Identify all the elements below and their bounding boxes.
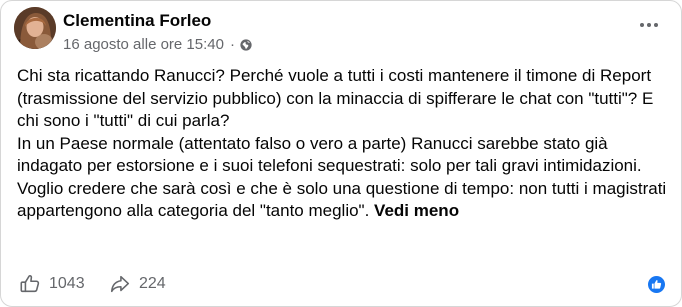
post-paragraph: Chi sta ricattando Ranucci? Perché vuole… xyxy=(17,66,654,130)
post-header: Clementina Forleo 16 agosto alle ore 15:… xyxy=(14,7,669,55)
facebook-post: Clementina Forleo 16 agosto alle ore 15:… xyxy=(0,0,682,307)
more-dot xyxy=(654,23,658,27)
see-less-link[interactable]: Vedi meno xyxy=(374,201,459,220)
post-paragraph-text: Voglio credere che sarà così e che è sol… xyxy=(17,178,667,221)
post-body: Chi sta ricattando Ranucci? Perché vuole… xyxy=(17,65,677,223)
post-paragraph: Voglio credere che sarà così e che è sol… xyxy=(17,178,677,223)
post-paragraph: In un Paese normale (attentato falso o v… xyxy=(17,133,642,176)
post-meta: 16 agosto alle ore 15:40 · xyxy=(63,36,252,53)
avatar-photo xyxy=(14,7,56,49)
like-count: 1043 xyxy=(49,275,85,292)
like-reaction-glyph xyxy=(651,280,662,289)
meta-separator: · xyxy=(229,36,235,53)
share-count: 224 xyxy=(139,275,166,292)
author-name[interactable]: Clementina Forleo xyxy=(63,11,211,31)
more-dot xyxy=(640,23,644,27)
share-arrow-icon xyxy=(110,275,130,293)
share-button[interactable]: 224 xyxy=(109,273,166,295)
more-dot xyxy=(647,23,651,27)
like-button[interactable]: 1043 xyxy=(19,273,85,295)
globe-icon[interactable] xyxy=(240,38,252,51)
post-timestamp[interactable]: 16 agosto alle ore 15:40 xyxy=(63,36,224,53)
post-footer: 1043 224 xyxy=(19,273,667,297)
more-options-icon[interactable] xyxy=(635,15,663,35)
author-avatar[interactable] xyxy=(14,7,56,49)
like-reaction-icon[interactable] xyxy=(648,276,665,293)
thumbs-up-icon xyxy=(20,275,40,293)
